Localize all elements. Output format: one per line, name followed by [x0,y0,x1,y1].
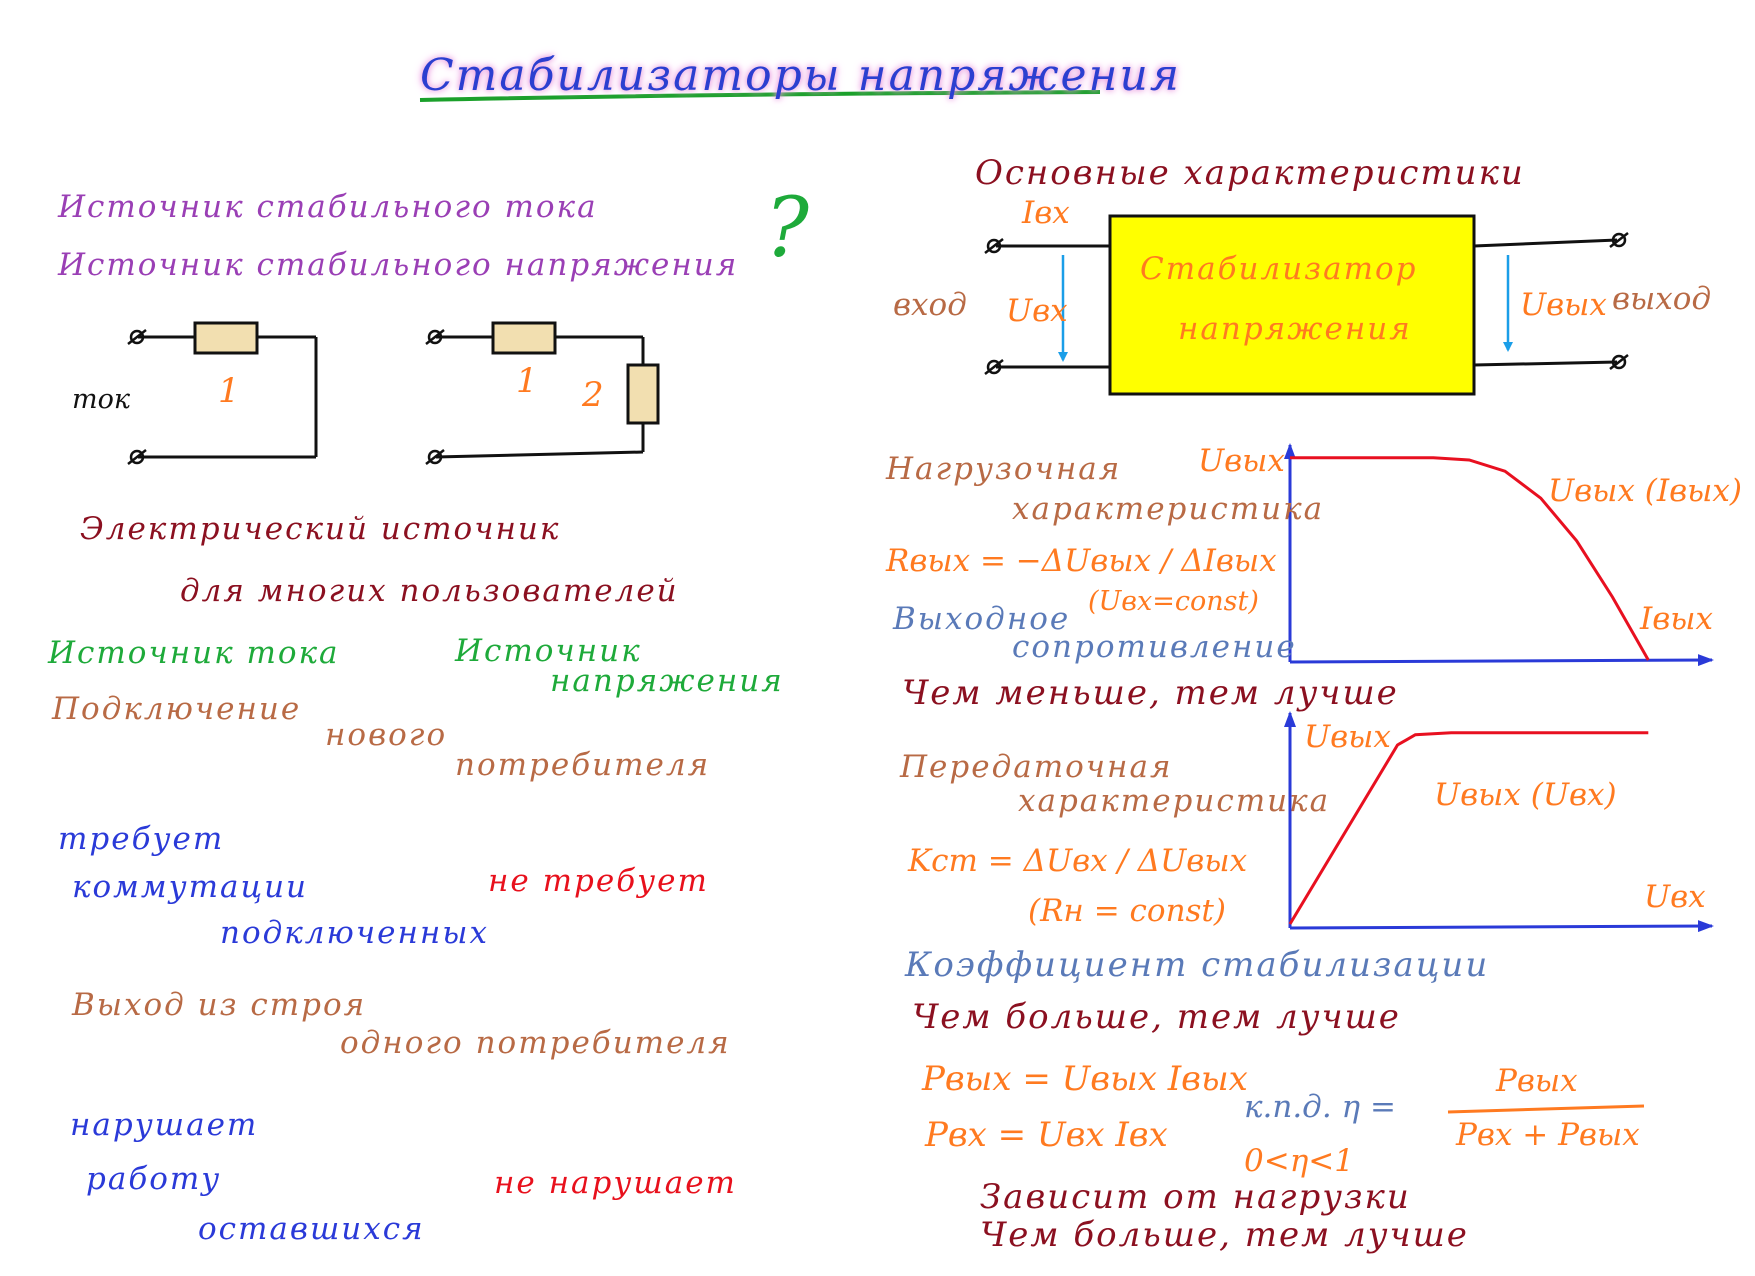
connect-2: нового [325,717,448,753]
efficiency-range: 0<η<1 [1244,1143,1354,1179]
requires-1: требует [58,821,225,857]
circuit-1-side-label: ток [72,384,130,415]
transfer-chart-y-label: Uвых [1304,719,1391,755]
circuit-2-r2-label: 2 [582,375,604,415]
circuit-2 [425,321,660,465]
not-requires: не требует [488,863,709,899]
u-in-label: Uвх [1006,293,1068,329]
breaks-1: нарушает [70,1107,259,1143]
transfer-chart-x-axis [1289,920,1714,933]
k-st-formula: Kст = ΔUвх / ΔUвых [908,843,1248,879]
resistor-1 [193,321,259,355]
transfer-char-1: Передаточная [900,749,1173,785]
col-voltage-source-2: напряжения [550,663,784,699]
question-mark: ? [765,181,809,276]
output-label: выход [1612,281,1712,317]
requires-2: коммутации [72,869,309,905]
question-voltage-source: Источник стабильного напряжения [58,247,739,283]
transfer-char-2: характеристика [1018,783,1331,819]
more-is-better-1: Чем больше, тем лучше [912,997,1401,1037]
u-out-label: Uвых [1520,287,1607,323]
load-chart-y-label: Uвых [1198,443,1285,479]
load-chart-x-label: Iвых [1640,601,1714,637]
less-is-better: Чем меньше, тем лучше [902,673,1399,713]
load-chart-series-label: Uвых (Iвых) [1548,473,1742,509]
connect-1: Подключение [52,691,302,727]
efficiency-denominator: Pвх + Pвых [1456,1117,1640,1153]
efficiency-fraction-bar [1447,1104,1645,1114]
r-out-formula: Rвых = −ΔUвых / ΔIвых [886,543,1277,579]
transfer-chart-x-label: Uвх [1644,879,1706,915]
failure-1: Выход из строя [72,987,367,1023]
col-current-source: Источник тока [48,635,340,671]
load-char-2: характеристика [1012,491,1325,527]
circuit-1-resistor-label: 1 [218,371,240,411]
p-in-formula: Pвх = Uвх Iвх [925,1115,1168,1155]
u-in-const: (Uвх=const) [1088,586,1259,617]
failure-2: одного потребителя [340,1025,731,1061]
transfer-chart-curve [1288,731,1649,925]
transfer-chart-series-label: Uвых (Uвх) [1434,777,1617,813]
breaks-2: работу [86,1161,222,1197]
r-load-const: (Rн = const) [1028,893,1226,929]
load-char-1: Нагрузочная [886,451,1122,487]
circuit-2-r1-label: 1 [516,361,538,401]
stabilizer-box [1108,214,1476,396]
efficiency-label: к.п.д. η = [1244,1089,1396,1125]
stabilizer-label-2: напряжения [1178,311,1412,347]
connect-3: потребителя [455,747,711,783]
stabilizer-label-1: Стабилизатор [1140,251,1418,287]
resistor-2b [626,363,660,425]
input-label: вход [893,287,967,323]
requires-3: подключенных [220,915,490,951]
page-title: Стабилизаторы напряжения [420,50,1181,101]
not-breaks: не нарушает [494,1165,737,1201]
main-characteristics-heading: Основные характеристики [975,153,1525,193]
efficiency-numerator: Pвых [1496,1063,1578,1099]
more-is-better-2: Чем больше, тем лучше [980,1215,1469,1255]
depends-on-load: Зависит от нагрузки [980,1177,1411,1217]
line-many-users: для многих пользователей [180,573,679,609]
output-resistance-2: сопротивление [1012,629,1297,665]
stabilization-coefficient: Коэффициент стабилизации [905,945,1490,985]
load-chart-x-axis [1289,654,1714,667]
breaks-3: оставшихся [198,1211,425,1247]
resistor-2a [491,321,557,355]
question-current-source: Источник стабильного тока [58,189,598,225]
i-in-label: Iвх [1022,195,1070,231]
p-out-formula: Pвых = Uвых Iвых [922,1059,1248,1099]
line-electric-source: Электрический источник [80,511,561,547]
